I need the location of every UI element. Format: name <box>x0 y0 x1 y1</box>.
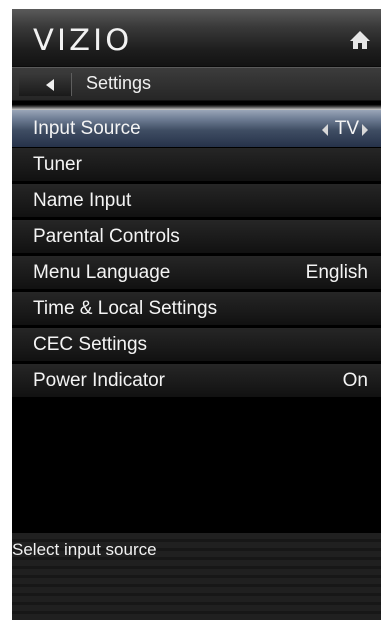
menu-item-parental-controls[interactable]: Parental Controls <box>12 220 381 253</box>
tv-menu-panel: VIZIO Settings Input Source TV Tuner Nam… <box>12 9 381 620</box>
menu-item-label: Name Input <box>33 190 132 211</box>
menu-item-label: Parental Controls <box>33 226 180 247</box>
chevron-left-icon[interactable] <box>322 124 328 136</box>
menu-item-label: CEC Settings <box>33 334 148 355</box>
menu-item-tuner[interactable]: Tuner <box>12 148 381 181</box>
menu-item-label: Power Indicator <box>33 370 166 391</box>
menu-item-label: Menu Language <box>33 262 171 283</box>
menu-item-time-local-settings[interactable]: Time & Local Settings <box>12 292 381 325</box>
breadcrumb-title: Settings <box>86 73 152 93</box>
menu-item-label: Time & Local Settings <box>33 298 218 319</box>
menu-item-menu-language[interactable]: Menu Language English <box>12 256 381 289</box>
breadcrumb: Settings <box>12 67 381 101</box>
menu-item-power-indicator[interactable]: Power Indicator On <box>12 364 381 397</box>
back-arrow-icon <box>46 79 54 91</box>
settings-menu: Input Source TV Tuner Name Input Parenta… <box>12 110 381 400</box>
menu-item-value: English <box>305 262 368 283</box>
divider <box>12 101 381 110</box>
home-icon[interactable] <box>348 29 372 51</box>
status-hint: Select input source <box>12 540 157 559</box>
header-bar: VIZIO <box>12 9 381 67</box>
menu-item-label: Input Source <box>33 118 141 139</box>
menu-item-cec-settings[interactable]: CEC Settings <box>12 328 381 361</box>
menu-item-input-source[interactable]: Input Source TV <box>12 110 381 147</box>
brand-logo: VIZIO <box>33 23 133 57</box>
chevron-right-icon[interactable] <box>362 124 368 136</box>
menu-item-value: On <box>342 370 368 391</box>
back-button[interactable] <box>19 73 72 96</box>
menu-item-name-input[interactable]: Name Input <box>12 184 381 217</box>
menu-item-label: Tuner <box>33 154 82 175</box>
menu-item-value: TV <box>334 118 359 139</box>
